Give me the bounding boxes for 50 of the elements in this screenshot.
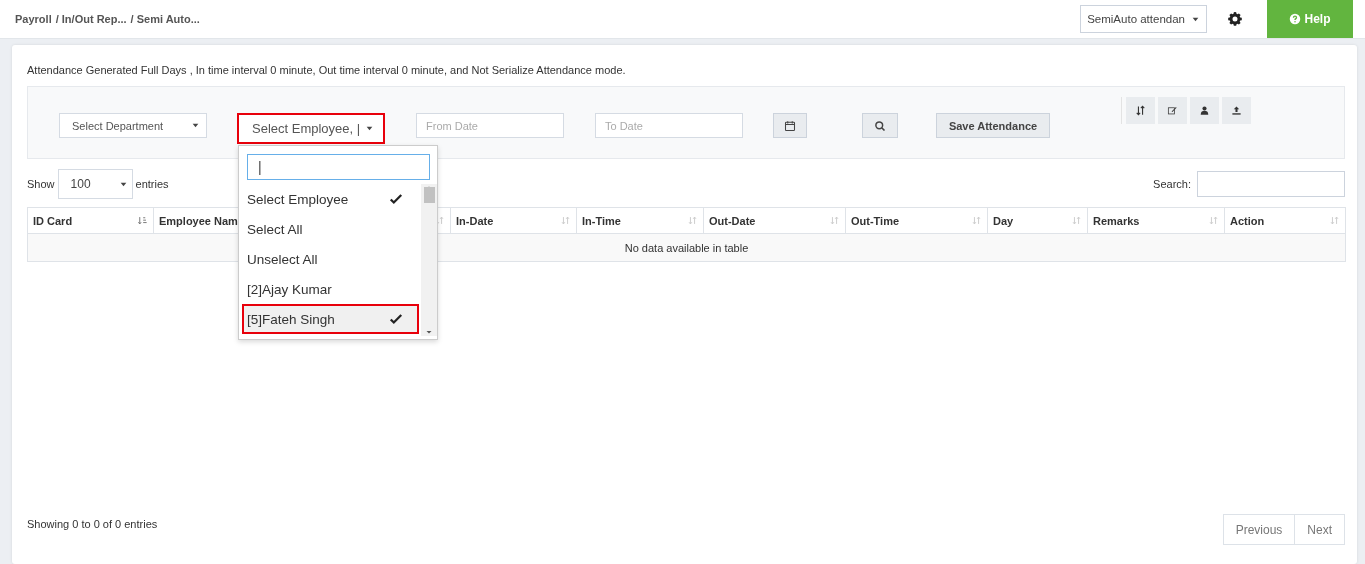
employee-select[interactable]: Select Employee, | xyxy=(237,113,385,144)
calendar-button[interactable] xyxy=(773,113,807,138)
to-date-field[interactable]: To Date xyxy=(595,113,743,138)
help-icon xyxy=(1289,13,1302,25)
sort-arrows-icon xyxy=(1135,105,1146,116)
dropdown-option[interactable]: Select Employee xyxy=(239,184,419,214)
table-search-field[interactable] xyxy=(1197,171,1345,197)
show-label: Show xyxy=(27,178,55,190)
department-select[interactable]: Select Department xyxy=(59,113,207,138)
table-info: Showing 0 to 0 of 0 entries xyxy=(27,518,158,530)
scroll-down-icon xyxy=(425,328,433,336)
column-header[interactable]: Remarks xyxy=(1093,214,1140,227)
column-header[interactable]: In-Date xyxy=(456,214,494,227)
scrollbar-thumb[interactable] xyxy=(423,187,435,203)
search-button[interactable] xyxy=(862,113,898,138)
check-icon xyxy=(389,312,403,326)
column-header[interactable]: Day xyxy=(993,214,1014,227)
dropdown-option[interactable]: [5]Fateh Singh xyxy=(242,304,419,334)
breadcrumb-link[interactable]: / In/Out Rep... xyxy=(55,13,127,25)
column-header[interactable]: Employee Nam xyxy=(159,214,238,227)
toolbar-button[interactable] xyxy=(1126,97,1155,124)
scrollbar[interactable] xyxy=(421,184,437,336)
mode-select[interactable]: SemiAuto attendan xyxy=(1080,5,1207,33)
calendar-icon xyxy=(784,119,796,132)
caret-icon xyxy=(365,124,375,133)
search-icon xyxy=(874,119,886,132)
check-icon xyxy=(389,192,403,206)
column-header[interactable]: In-Time xyxy=(582,214,621,227)
pagination-button[interactable]: Previous xyxy=(1222,514,1296,545)
upload-icon xyxy=(1231,105,1242,116)
info-text: Attendance Generated Full Days , In time interval 0 minute, Out time interval 0 minute, and Not Serialize Attendance mode. xyxy=(27,64,627,76)
column-header[interactable]: Action xyxy=(1230,214,1265,227)
caret-icon xyxy=(191,121,200,130)
entries-label: entries xyxy=(135,178,169,190)
breadcrumb-link[interactable]: Payroll xyxy=(15,13,52,25)
from-date-field[interactable]: From Date xyxy=(416,113,564,138)
edit-icon xyxy=(1167,105,1178,116)
breadcrumb-link[interactable]: / Semi Auto... xyxy=(130,13,200,25)
settings-icon[interactable] xyxy=(1227,11,1243,27)
pagination-button[interactable]: Next xyxy=(1295,514,1345,545)
search-field[interactable]: | xyxy=(247,154,430,180)
column-header[interactable]: ID Card xyxy=(33,214,73,227)
user-icon xyxy=(1199,105,1210,116)
dropdown-option[interactable]: [2]Ajay Kumar xyxy=(239,274,419,304)
page-length-select[interactable]: 100 xyxy=(57,169,133,199)
toolbar-button[interactable] xyxy=(1190,97,1219,124)
save-attendance-button[interactable]: Save Attendance xyxy=(936,113,1050,138)
column-header[interactable]: Out-Time xyxy=(851,214,900,227)
search-label: Search: xyxy=(1153,178,1191,190)
column-header[interactable]: Out-Date xyxy=(709,214,756,227)
